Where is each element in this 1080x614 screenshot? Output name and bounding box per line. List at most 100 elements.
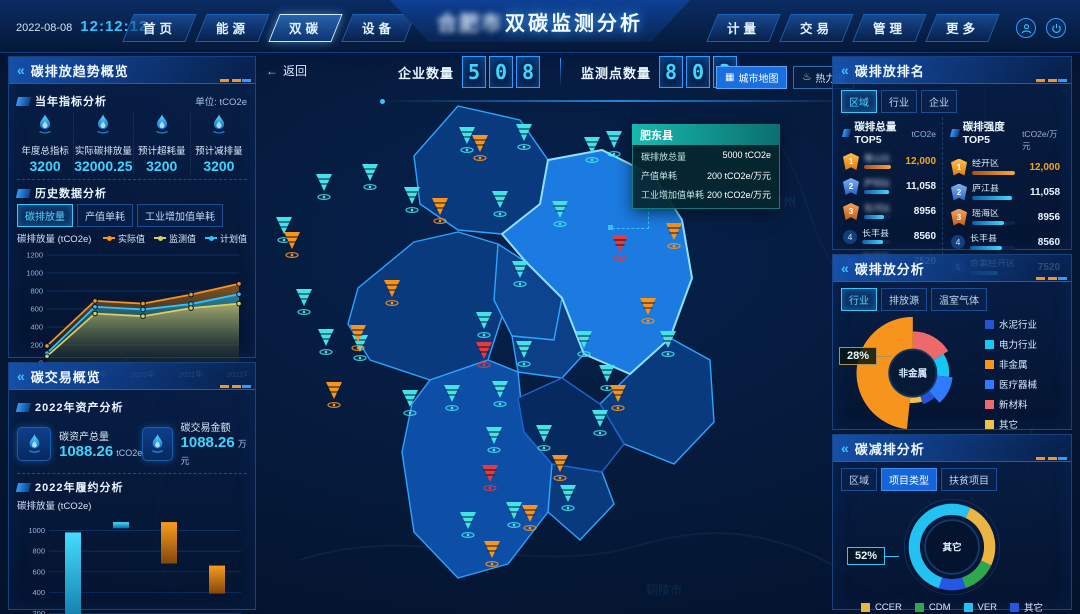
- tooltip-row: 工业增加值单耗200 tCO2e/万元: [633, 185, 779, 204]
- svg-text:600: 600: [32, 567, 45, 576]
- legend-label: CCER: [875, 602, 902, 613]
- legend-item: 其它: [1010, 600, 1043, 614]
- legend-label: VER: [978, 602, 998, 613]
- legend-item: 实际值: [103, 232, 145, 245]
- legend-swatch: [985, 340, 994, 349]
- header-dash: [1048, 277, 1057, 280]
- tab-工业增加值单耗[interactable]: 工业增加值单耗: [137, 204, 223, 227]
- header-icons: [1016, 18, 1066, 38]
- nav-tab-能源[interactable]: 能源: [201, 14, 264, 42]
- panel-title: 碳减排分析: [855, 439, 925, 458]
- panel-header: « 碳排放排名: [833, 57, 1071, 84]
- tab-行业[interactable]: 行业: [881, 90, 917, 113]
- map-marker-cyan[interactable]: [606, 131, 622, 156]
- tab-区域[interactable]: 区域: [841, 90, 877, 113]
- indicator-stat: 实际碳排放量32000.25: [74, 113, 133, 174]
- nav-tab-设备[interactable]: 设备: [347, 14, 410, 42]
- dashboard: 滁州 铜陵市 2022-08-08 12:12:12 首页能源双碳设备 合: [0, 0, 1080, 614]
- nav-tab-双碳[interactable]: 双碳: [274, 14, 337, 42]
- tooltip-connector-dot: [608, 225, 613, 230]
- ranking-list-title-text: 碳排强度TOP5: [963, 119, 1022, 146]
- nav-tab-label: 计量: [727, 22, 760, 36]
- ranking-bar-fill: [972, 221, 1004, 225]
- counter-group: 监测点数量803: [581, 56, 737, 88]
- ranking-list-header: 碳排总量TOP5tCO2e: [843, 119, 936, 146]
- legend-swatch: [985, 360, 994, 369]
- tab-温室气体[interactable]: 温室气体: [931, 288, 987, 311]
- ranking-row[interactable]: 4长丰县8560: [951, 230, 1060, 255]
- ranking-row[interactable]: 1经开区12,000: [951, 155, 1060, 180]
- panel-title: 碳排放分析: [855, 259, 925, 278]
- ranking-value: 8560: [1020, 237, 1060, 248]
- nav-tab-更多[interactable]: 更多: [931, 14, 994, 42]
- asset-value: 1088.26万元: [181, 434, 247, 468]
- tab-排放源[interactable]: 排放源: [881, 288, 927, 311]
- ranking-row-mid: 庐阳区: [864, 179, 891, 195]
- map-marker-orange[interactable]: [284, 232, 300, 257]
- ranking-row[interactable]: 2庐阳区11,058: [843, 174, 936, 199]
- ranking-list-title-text: 碳排总量TOP5: [854, 119, 911, 146]
- power-icon[interactable]: [1046, 18, 1066, 38]
- chevrons-icon: «: [17, 369, 25, 383]
- tab-企业[interactable]: 企业: [921, 90, 957, 113]
- section-bullet: [842, 129, 851, 137]
- ranking-row[interactable]: 4长丰县8560: [843, 224, 936, 249]
- medal-icon: 3: [951, 209, 967, 226]
- indicator-value: 3200: [134, 158, 190, 174]
- ranking-row-mid: 瑶海区: [972, 209, 1015, 225]
- nav-tab-label: 交易: [800, 22, 833, 36]
- tab-行业[interactable]: 行业: [841, 288, 877, 311]
- chart-legend: 实际值监测值计划值: [103, 232, 247, 245]
- map-marker-orange[interactable]: [326, 382, 342, 407]
- ranking-row[interactable]: 1蜀山区12,000: [843, 149, 936, 174]
- ranking-bar: [970, 246, 1015, 250]
- map-marker-cyan[interactable]: [316, 174, 332, 199]
- section-bullet: [16, 189, 31, 198]
- chevrons-icon: «: [841, 441, 849, 455]
- city-map-icon: ▦: [725, 73, 734, 83]
- map-marker-cyan[interactable]: [362, 164, 378, 189]
- medal-icon: 1: [843, 153, 859, 170]
- tab-区域[interactable]: 区域: [841, 468, 877, 491]
- legend-swatch: [861, 603, 870, 612]
- nav-tab-计量[interactable]: 计量: [712, 14, 775, 42]
- ranking-row[interactable]: 3瑶海区8956: [951, 205, 1060, 230]
- section-title: 2022年履约分析: [35, 479, 123, 495]
- user-icon[interactable]: [1016, 18, 1036, 38]
- nav-tab-管理[interactable]: 管理: [858, 14, 921, 42]
- asset-stats: 碳资产总量1088.26tCO2e 碳交易金额1088.26万元: [17, 419, 247, 468]
- ranking-name: 经开区: [972, 159, 1015, 169]
- nav-tab-交易[interactable]: 交易: [785, 14, 848, 42]
- indicator-label: 实际碳排放量: [74, 143, 132, 157]
- nav-tab-首页[interactable]: 首页: [128, 14, 191, 42]
- ranking-row[interactable]: 3包河区8956: [843, 199, 936, 224]
- map-marker-cyan[interactable]: [404, 187, 420, 212]
- indicator-label: 预计减排量: [191, 143, 247, 157]
- app-title-text: 双碳监测分析: [505, 7, 643, 36]
- tab-项目类型[interactable]: 项目类型: [881, 468, 937, 491]
- ranking-bar: [862, 240, 891, 244]
- panel-title: 碳排放排名: [855, 61, 925, 80]
- nav-tab-label: 双碳: [289, 22, 322, 36]
- view-button-城市地图[interactable]: ▦城市地图: [716, 66, 787, 89]
- tab-扶贫项目[interactable]: 扶贫项目: [941, 468, 997, 491]
- header-dash: [1058, 457, 1067, 460]
- back-button[interactable]: ← 返回: [266, 62, 307, 79]
- asset-stat-text: 碳资产总量1088.26tCO2e: [59, 428, 142, 460]
- asset-value: 1088.26tCO2e: [59, 443, 142, 460]
- ranking-list-title: 碳排总量TOP5: [843, 119, 911, 146]
- tab-产值单耗[interactable]: 产值单耗: [77, 204, 133, 227]
- ranking-row-mid: 经开区: [972, 159, 1015, 175]
- map-marker-cyan[interactable]: [296, 289, 312, 314]
- header-dash: [220, 79, 229, 82]
- indicator-stat: 年度总指标3200: [17, 113, 74, 174]
- counter-digit: 8: [516, 56, 540, 88]
- svg-text:1000: 1000: [26, 269, 43, 278]
- reduction-tabs: 区域项目类型扶贫项目: [841, 468, 1063, 491]
- asset-label: 碳交易金额: [181, 419, 247, 434]
- panel-title: 碳排放趋势概览: [31, 61, 129, 80]
- tab-碳排放量[interactable]: 碳排放量: [17, 204, 73, 227]
- legend-item: 其它: [985, 417, 1037, 431]
- ranking-row[interactable]: 2庐江县11,058: [951, 180, 1060, 205]
- map-marker-cyan[interactable]: [318, 329, 334, 354]
